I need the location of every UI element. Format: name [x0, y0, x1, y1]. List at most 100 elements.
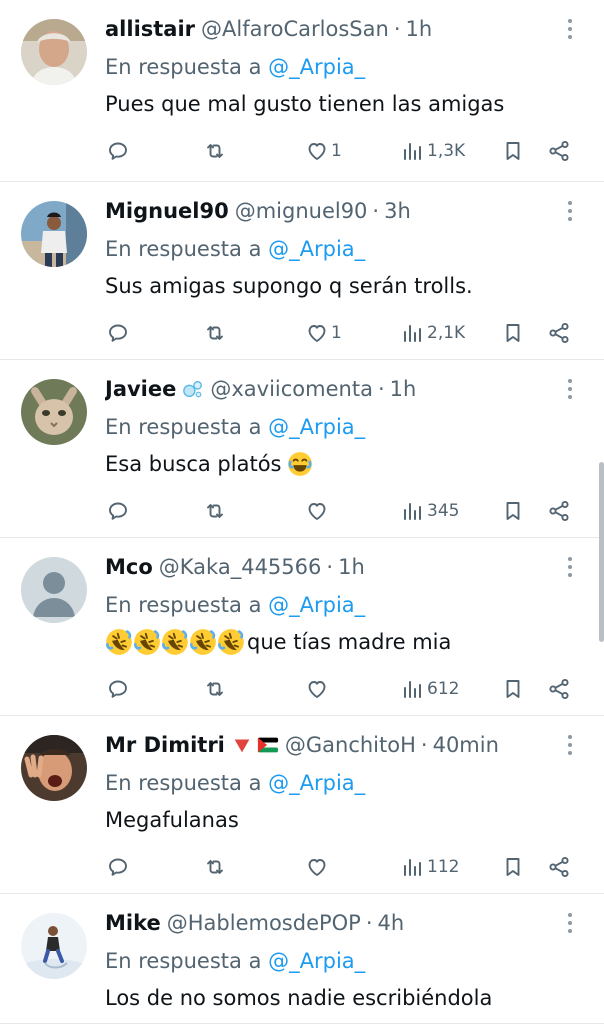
display-name[interactable]: Mignuel90 — [105, 199, 229, 223]
user-handle[interactable]: @GanchitoH — [285, 733, 416, 757]
views-button[interactable]: 2,1K — [401, 318, 465, 348]
emoji-group — [105, 628, 245, 656]
reply-mention-link[interactable]: @_Arpia_ — [268, 237, 365, 261]
like-button[interactable]: 1 — [305, 318, 342, 348]
user-handle[interactable]: @AlfaroCarlosSan — [201, 17, 389, 41]
share-button[interactable] — [547, 496, 571, 526]
more-options-icon[interactable] — [560, 199, 580, 223]
bookmark-button[interactable] — [501, 852, 525, 882]
reply-button[interactable] — [106, 674, 130, 704]
timestamp[interactable]: 4h — [378, 911, 405, 935]
reply-button[interactable] — [106, 318, 130, 348]
tweet[interactable]: allistair @AlfaroCarlosSan · 1h En respuesta… — [0, 0, 604, 182]
tweet-text: Megafulanas — [105, 805, 239, 835]
share-button[interactable] — [547, 674, 571, 704]
share-button[interactable] — [547, 852, 571, 882]
share-button[interactable] — [547, 136, 571, 166]
retweet-button[interactable] — [203, 852, 227, 882]
rofl-emoji — [133, 628, 161, 656]
scrollbar-thumb[interactable] — [599, 462, 604, 642]
tweet-text: Pues que mal gusto tienen las amigas — [105, 89, 504, 119]
retweet-button[interactable] — [203, 318, 227, 348]
like-button[interactable] — [305, 674, 331, 704]
timestamp[interactable]: 1h — [390, 377, 417, 401]
reply-button[interactable] — [106, 852, 130, 882]
reply-mention-link[interactable]: @_Arpia_ — [268, 415, 365, 439]
rofl-emoji — [105, 628, 133, 656]
tweet[interactable]: Mignuel90 @mignuel90 · 3h En respuesta a @_A… — [0, 182, 604, 360]
timestamp[interactable]: 1h — [338, 555, 365, 579]
rofl-emoji — [217, 628, 245, 656]
gray-haired-man-avatar[interactable] — [21, 19, 87, 85]
reply-mention-link[interactable]: @_Arpia_ — [268, 949, 365, 973]
hairless-cat-avatar[interactable] — [21, 379, 87, 445]
reply-mention-link[interactable]: @_Arpia_ — [268, 55, 365, 79]
user-handle[interactable]: @mignuel90 — [235, 199, 368, 223]
tweet-header: Mco @Kaka_445566 · 1h — [105, 552, 564, 582]
more-options-icon[interactable] — [560, 733, 580, 757]
bookmark-button[interactable] — [501, 496, 525, 526]
tweet-text-body: Pues que mal gusto tienen las amigas — [105, 92, 505, 116]
timestamp[interactable]: 3h — [384, 199, 411, 223]
reply-button[interactable] — [106, 136, 130, 166]
tweet[interactable]: Mco @Kaka_445566 · 1h En respuesta a @_Arpia… — [0, 538, 604, 716]
timestamp[interactable]: 1h — [406, 17, 433, 41]
reply-button[interactable] — [106, 496, 130, 526]
user-handle[interactable]: @HablemosdePOP — [167, 911, 361, 935]
man-in-street-avatar[interactable] — [21, 201, 87, 267]
display-name[interactable]: Mco — [105, 555, 153, 579]
reply-prefix: En respuesta a — [105, 415, 262, 439]
views-count: 2,1K — [427, 323, 466, 343]
timestamp[interactable]: 40min — [433, 733, 499, 757]
person-in-snow-avatar[interactable] — [21, 913, 87, 979]
tweet-header: Mignuel90 @mignuel90 · 3h — [105, 196, 564, 226]
display-name[interactable]: Mike — [105, 911, 161, 935]
bubbles-emoji — [182, 378, 204, 400]
like-icon — [305, 677, 329, 701]
tweet[interactable]: Mike @HablemosdePOP · 4h En respuesta a @_Ar… — [0, 894, 604, 1024]
views-icon — [401, 499, 425, 523]
views-count: 112 — [427, 857, 460, 877]
views-count: 345 — [427, 501, 460, 521]
more-options-icon[interactable] — [560, 17, 580, 41]
retweet-button[interactable] — [203, 674, 227, 704]
display-name[interactable]: Javiee — [105, 377, 176, 401]
like-button[interactable] — [305, 496, 331, 526]
share-button[interactable] — [547, 318, 571, 348]
tweet[interactable]: Javiee @xaviicomenta · 1h En respuesta a @_A… — [0, 360, 604, 538]
bookmark-icon — [501, 321, 525, 345]
display-name[interactable]: Mr Dimitri — [105, 733, 225, 757]
bookmark-icon — [501, 855, 525, 879]
like-button[interactable]: 1 — [305, 136, 342, 166]
user-handle[interactable]: @Kaka_445566 — [159, 555, 322, 579]
views-button[interactable]: 112 — [401, 852, 459, 882]
default-person-avatar[interactable] — [21, 557, 87, 623]
share-icon — [547, 499, 571, 523]
retweet-button[interactable] — [203, 136, 227, 166]
bookmark-button[interactable] — [501, 674, 525, 704]
more-options-icon[interactable] — [560, 911, 580, 935]
like-button[interactable] — [305, 852, 331, 882]
shouting-man-avatar[interactable] — [21, 735, 87, 801]
views-button[interactable]: 612 — [401, 674, 459, 704]
views-icon — [401, 139, 425, 163]
bookmark-button[interactable] — [501, 136, 525, 166]
tweet-actions: 112 — [0, 852, 604, 882]
user-handle[interactable]: @xaviicomenta — [210, 377, 373, 401]
views-button[interactable]: 1,3K — [401, 136, 465, 166]
reply-prefix: En respuesta a — [105, 55, 262, 79]
retweet-button[interactable] — [203, 496, 227, 526]
views-button[interactable]: 345 — [401, 496, 459, 526]
reply-mention-link[interactable]: @_Arpia_ — [268, 771, 365, 795]
reply-prefix: En respuesta a — [105, 949, 262, 973]
separator-dot: · — [372, 199, 380, 223]
more-options-icon[interactable] — [560, 377, 580, 401]
reply-context: En respuesta a @_Arpia_ — [105, 769, 365, 797]
tweet-text: Esa busca platós — [105, 449, 315, 479]
tweet[interactable]: Mr Dimitri @GanchitoH · 40min En respuesta a… — [0, 716, 604, 894]
more-options-icon[interactable] — [560, 555, 580, 579]
reply-mention-link[interactable]: @_Arpia_ — [268, 593, 365, 617]
bookmark-button[interactable] — [501, 318, 525, 348]
display-name[interactable]: allistair — [105, 17, 195, 41]
tweet-header: Javiee @xaviicomenta · 1h — [105, 374, 564, 404]
